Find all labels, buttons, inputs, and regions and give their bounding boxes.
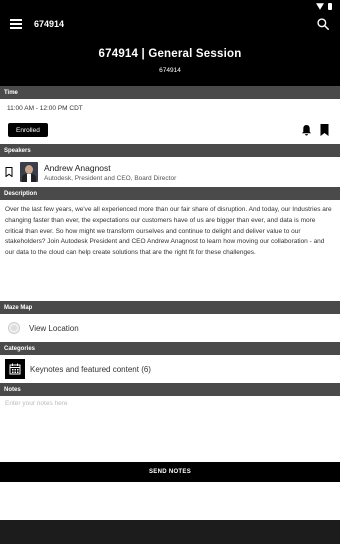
app-bar: 674914 bbox=[0, 12, 340, 36]
view-location-label: View Location bbox=[29, 323, 79, 333]
speaker-role: Autodesk, President and CEO, Board Direc… bbox=[44, 174, 177, 182]
session-header: 674914 | General Session 674914 bbox=[0, 36, 340, 86]
maze-map-section-header: Maze Map bbox=[0, 301, 340, 314]
enrolled-button[interactable]: Enrolled bbox=[8, 123, 48, 137]
session-code: 674914 bbox=[159, 67, 181, 74]
calendar-icon bbox=[5, 359, 25, 379]
system-nav-bar bbox=[0, 520, 340, 544]
speaker-name: Andrew Anagnost bbox=[44, 162, 111, 173]
categories-section-header: Categories bbox=[0, 342, 340, 355]
speakers-section-header: Speakers bbox=[0, 144, 340, 157]
speaker-avatar bbox=[20, 162, 38, 182]
view-location-button[interactable]: View Location bbox=[0, 314, 340, 342]
notes-area bbox=[0, 396, 340, 462]
speaker-info: Andrew Anagnost Autodesk, President and … bbox=[44, 163, 176, 182]
wifi-icon bbox=[316, 2, 324, 10]
blank-area bbox=[0, 482, 340, 520]
session-time: 11:00 AM - 12:00 PM CDT bbox=[7, 105, 83, 112]
session-title: 674914 | General Session bbox=[98, 48, 242, 60]
bookmark-icon[interactable] bbox=[320, 124, 329, 136]
time-section-header: Time bbox=[0, 86, 340, 99]
notes-input[interactable] bbox=[5, 400, 335, 450]
speaker-item[interactable]: Andrew Anagnost Autodesk, President and … bbox=[0, 157, 340, 187]
bell-icon[interactable] bbox=[301, 124, 312, 136]
notes-section-header: Notes bbox=[0, 383, 340, 396]
menu-icon[interactable] bbox=[10, 19, 22, 29]
send-notes-button[interactable]: SEND NOTES bbox=[0, 462, 340, 482]
description-text: Over the last few years, we've all exper… bbox=[5, 206, 332, 257]
category-item[interactable]: Keynotes and featured content (6) bbox=[0, 355, 340, 383]
battery-icon bbox=[328, 2, 332, 10]
bookmark-outline-icon[interactable] bbox=[5, 167, 13, 177]
category-label: Keynotes and featured content (6) bbox=[30, 364, 151, 374]
app-bar-title: 674914 bbox=[34, 19, 65, 29]
time-section: 11:00 AM - 12:00 PM CDT Enrolled bbox=[0, 99, 340, 144]
description-section-header: Description bbox=[0, 187, 340, 200]
location-icon bbox=[8, 322, 20, 334]
status-bar bbox=[0, 0, 340, 12]
search-icon[interactable] bbox=[316, 17, 330, 31]
